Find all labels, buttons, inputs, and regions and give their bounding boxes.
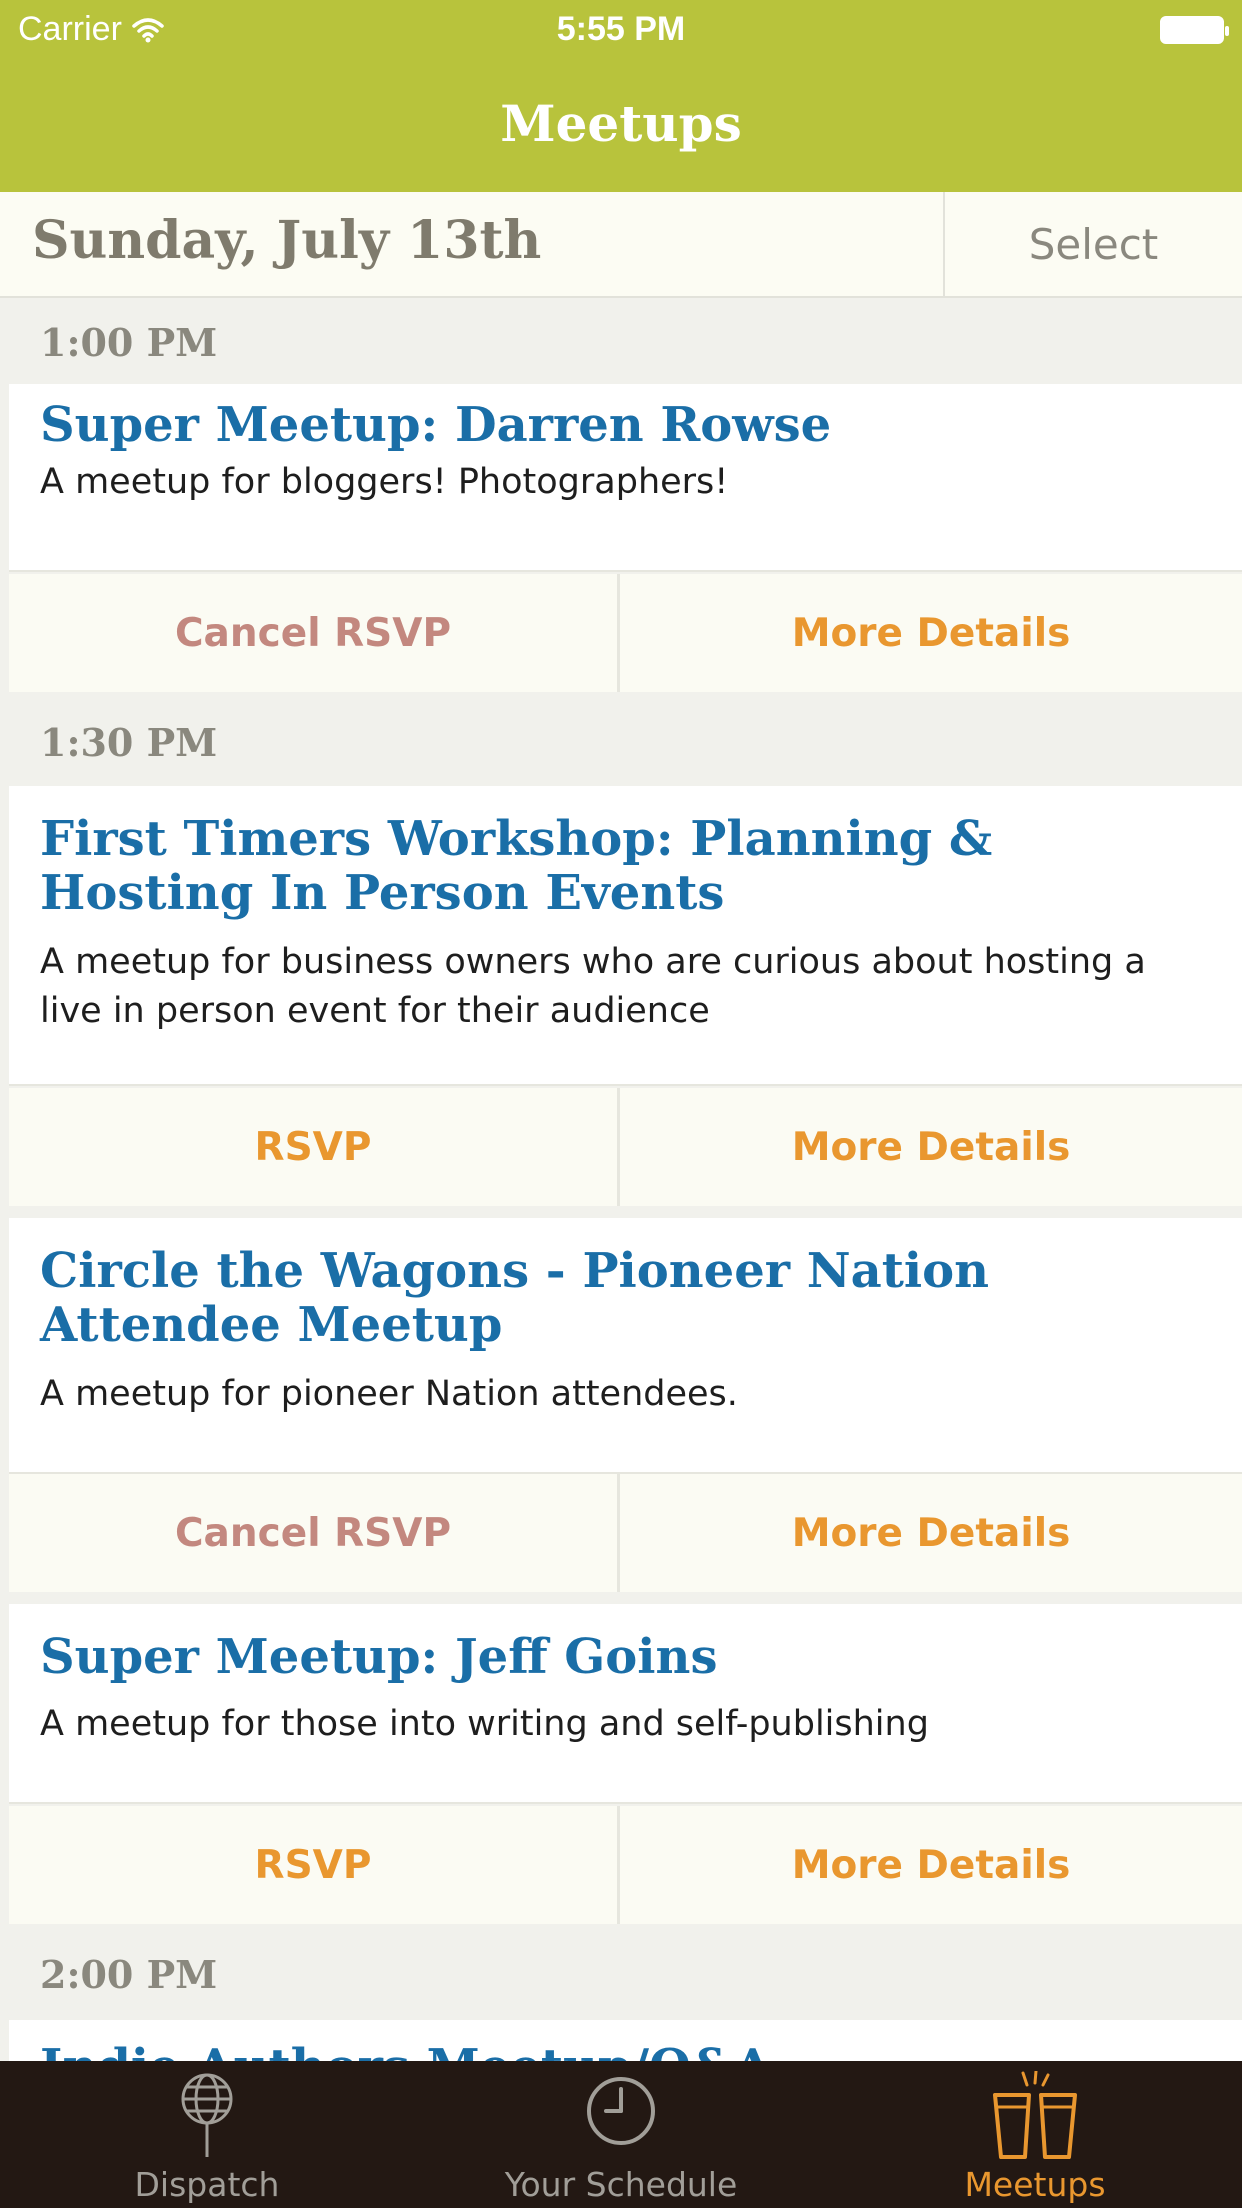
- meetup-description: A meetup for pioneer Nation attendees.: [40, 1374, 738, 1414]
- clock-icon: [587, 2077, 655, 2145]
- more-details-button[interactable]: More Details: [620, 1806, 1242, 1924]
- navigation-bar: Meetups: [0, 62, 1242, 192]
- date-title: Sunday, July 13th: [32, 210, 542, 271]
- meetup-card[interactable]: Circle the Wagons - Pioneer Nation Atten…: [9, 1218, 1242, 1474]
- globe-icon: [181, 2073, 233, 2157]
- rsvp-button[interactable]: RSVP: [9, 1806, 620, 1924]
- tab-meetups[interactable]: Meetups: [828, 2061, 1242, 2208]
- time-header: 1:30 PM: [40, 720, 218, 765]
- meetup-actions: RSVP More Details: [9, 1088, 1242, 1206]
- tab-dispatch[interactable]: Dispatch: [0, 2061, 414, 2208]
- meetup-description: A meetup for bloggers! Photographers!: [40, 462, 729, 502]
- tab-label: Meetups: [964, 2165, 1106, 2204]
- tab-label: Your Schedule: [504, 2165, 738, 2204]
- cancel-rsvp-button[interactable]: Cancel RSVP: [9, 1474, 620, 1592]
- page-title: Meetups: [500, 93, 742, 153]
- meetup-description: A meetup for those into writing and self…: [40, 1704, 929, 1744]
- battery-icon: [1160, 16, 1229, 44]
- more-details-button[interactable]: More Details: [620, 1474, 1242, 1592]
- time-header: 2:00 PM: [40, 1952, 218, 1997]
- meetup-card[interactable]: First Timers Workshop: Planning & Hostin…: [9, 786, 1242, 1086]
- meetup-card[interactable]: Super Meetup: Jeff Goins A meetup for th…: [9, 1604, 1242, 1804]
- tab-bar: Dispatch Your Schedule Meetups: [0, 2061, 1242, 2208]
- meetup-title: First Timers Workshop: Planning & Hostin…: [40, 811, 993, 921]
- date-bar: Sunday, July 13th Select: [0, 192, 1242, 298]
- meetup-title: Super Meetup: Jeff Goins: [40, 1629, 718, 1685]
- rsvp-button[interactable]: RSVP: [9, 1088, 620, 1206]
- meetup-actions: Cancel RSVP More Details: [9, 1474, 1242, 1592]
- tab-label: Dispatch: [134, 2165, 280, 2204]
- status-time: 5:55 PM: [556, 10, 686, 48]
- meetup-title: Super Meetup: Darren Rowse: [40, 397, 832, 453]
- status-bar: Carrier 5:55 PM: [0, 0, 1242, 62]
- more-details-button[interactable]: More Details: [620, 574, 1242, 692]
- drinks-icon: [993, 2071, 1077, 2159]
- time-header: 1:00 PM: [40, 320, 218, 365]
- meetup-card[interactable]: Indie Authors Meetup/Q&A: [9, 2020, 1242, 2061]
- more-details-button[interactable]: More Details: [620, 1088, 1242, 1206]
- meetup-title: Circle the Wagons - Pioneer Nation Atten…: [40, 1243, 990, 1353]
- meetup-description: A meetup for business owners who are cur…: [40, 942, 1146, 1031]
- cancel-rsvp-button[interactable]: Cancel RSVP: [9, 574, 620, 692]
- select-date-button[interactable]: Select: [943, 192, 1242, 296]
- meetup-list[interactable]: 1:00 PM Super Meetup: Darren Rowse A mee…: [0, 298, 1242, 2061]
- tab-your-schedule[interactable]: Your Schedule: [414, 2061, 828, 2208]
- meetup-card[interactable]: Super Meetup: Darren Rowse A meetup for …: [9, 384, 1242, 572]
- meetup-title: Indie Authors Meetup/Q&A: [40, 2040, 1210, 2061]
- meetup-actions: RSVP More Details: [9, 1806, 1242, 1924]
- meetup-actions: Cancel RSVP More Details: [9, 574, 1242, 692]
